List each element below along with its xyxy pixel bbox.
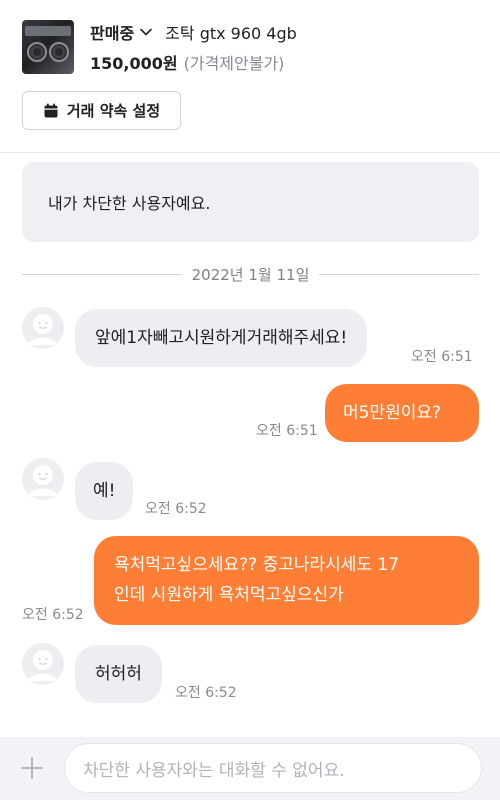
price-row: 150,000원 (가격제안불가)	[90, 50, 284, 74]
blocked-user-notice: 내가 차단한 사용자예요.	[22, 162, 479, 242]
message-input-placeholder: 차단한 사용자와는 대화할 수 없어요.	[83, 760, 345, 781]
user-avatar[interactable]	[22, 307, 64, 349]
thumbnail-detail	[25, 26, 71, 36]
message-text: 앞에1자빼고시원하게거래해주세요!	[95, 328, 348, 348]
price-note: (가격제안불가)	[183, 54, 285, 73]
chevron-down-icon[interactable]	[139, 25, 153, 39]
date-separator-line	[22, 273, 182, 275]
message-text-line: 인데 시원하게 욕처먹고싶으신가	[114, 585, 344, 605]
product-status-row: 판매중 조탁 gtx 960 4gb	[90, 20, 297, 44]
product-price: 150,000원	[90, 54, 178, 73]
message-bubble-outgoing[interactable]: 머5만원이요?	[325, 384, 479, 442]
user-avatar[interactable]	[22, 643, 64, 685]
default-avatar-icon	[22, 307, 64, 349]
default-avatar-icon	[22, 458, 64, 500]
message-text: 허허허	[95, 664, 142, 684]
date-separator: 2022년 1월 11일	[22, 263, 479, 285]
thumbnail-fan	[49, 42, 69, 62]
product-thumbnail[interactable]	[22, 20, 74, 74]
message-input[interactable]: 차단한 사용자와는 대화할 수 없어요.	[64, 743, 482, 793]
calendar-icon	[44, 103, 58, 117]
message-time: 오전 6:52	[175, 685, 237, 701]
user-avatar[interactable]	[22, 458, 64, 500]
message-time: 오전 6:51	[411, 349, 473, 365]
message-text: 머5만원이요?	[343, 403, 442, 423]
appointment-button[interactable]: 거래 약속 설정	[22, 91, 181, 130]
message-bubble-outgoing[interactable]: 욕처먹고싶으세요?? 중고나라시세도 17 인데 시원하게 욕처먹고싶으신가	[94, 536, 479, 625]
thumbnail-fan	[27, 42, 47, 62]
message-text: 예!	[93, 481, 116, 501]
date-separator-line	[319, 273, 479, 275]
message-bubble-incoming[interactable]: 앞에1자빼고시원하게거래해주세요!	[75, 309, 368, 367]
product-title: 조탁 gtx 960 4gb	[165, 24, 297, 43]
message-time: 오전 6:52	[145, 501, 207, 517]
message-input-bar: 차단한 사용자와는 대화할 수 없어요.	[0, 737, 500, 800]
blocked-user-notice-text: 내가 차단한 사용자예요.	[48, 194, 211, 213]
message-bubble-incoming[interactable]: 허허허	[75, 645, 162, 703]
plus-icon[interactable]	[20, 756, 44, 780]
date-separator-text: 2022년 1월 11일	[191, 265, 310, 284]
appointment-button-label: 거래 약속 설정	[66, 102, 161, 120]
default-avatar-icon	[22, 643, 64, 685]
message-time: 오전 6:52	[22, 607, 84, 623]
message-time: 오전 6:51	[256, 423, 318, 439]
message-bubble-incoming[interactable]: 예!	[75, 462, 134, 520]
message-text-line: 욕처먹고싶으세요?? 중고나라시세도 17	[114, 555, 400, 575]
sale-status-dropdown[interactable]: 판매중	[90, 20, 134, 44]
header-divider	[0, 152, 500, 153]
